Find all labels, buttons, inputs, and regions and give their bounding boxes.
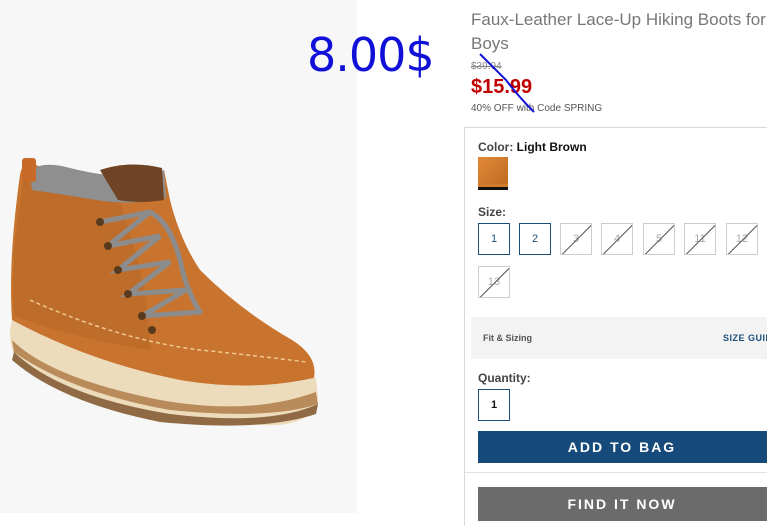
- size-option-1[interactable]: 1: [478, 223, 510, 255]
- color-label: Color: Light Brown: [478, 140, 587, 154]
- color-swatch-light-brown[interactable]: [478, 157, 508, 190]
- size-option-11[interactable]: 11: [684, 223, 716, 255]
- handwritten-price-annotation: 8.00$: [307, 28, 435, 82]
- size-option-12[interactable]: 12: [726, 223, 758, 255]
- color-value: Light Brown: [516, 140, 587, 154]
- strike-scribble: [479, 53, 535, 113]
- size-option-13[interactable]: 13: [478, 266, 510, 298]
- size-guide-link[interactable]: SIZE GUIDE: [723, 333, 767, 343]
- add-to-bag-button[interactable]: ADD TO BAG: [478, 431, 767, 463]
- fit-sizing-label: Fit & Sizing: [483, 333, 532, 343]
- size-option-5[interactable]: 5: [643, 223, 675, 255]
- find-it-now-button[interactable]: FIND IT NOW: [478, 487, 767, 521]
- quantity-label: Quantity:: [478, 371, 531, 385]
- quantity-input[interactable]: 1: [478, 389, 510, 421]
- boot-image: [9, 158, 318, 426]
- options-panel: Color: Light Brown Size: 1 2 3 4 5 11 12…: [464, 127, 767, 526]
- product-image[interactable]: [0, 0, 357, 513]
- product-title: Faux-Leather Lace-Up Hiking Boots for Bo…: [471, 10, 766, 53]
- size-option-2[interactable]: 2: [519, 223, 551, 255]
- divider: [465, 472, 767, 473]
- fit-sizing-bar: Fit & Sizing SIZE GUIDE: [471, 317, 767, 359]
- size-label: Size:: [478, 205, 507, 219]
- size-option-4[interactable]: 4: [601, 223, 633, 255]
- size-option-3[interactable]: 3: [560, 223, 592, 255]
